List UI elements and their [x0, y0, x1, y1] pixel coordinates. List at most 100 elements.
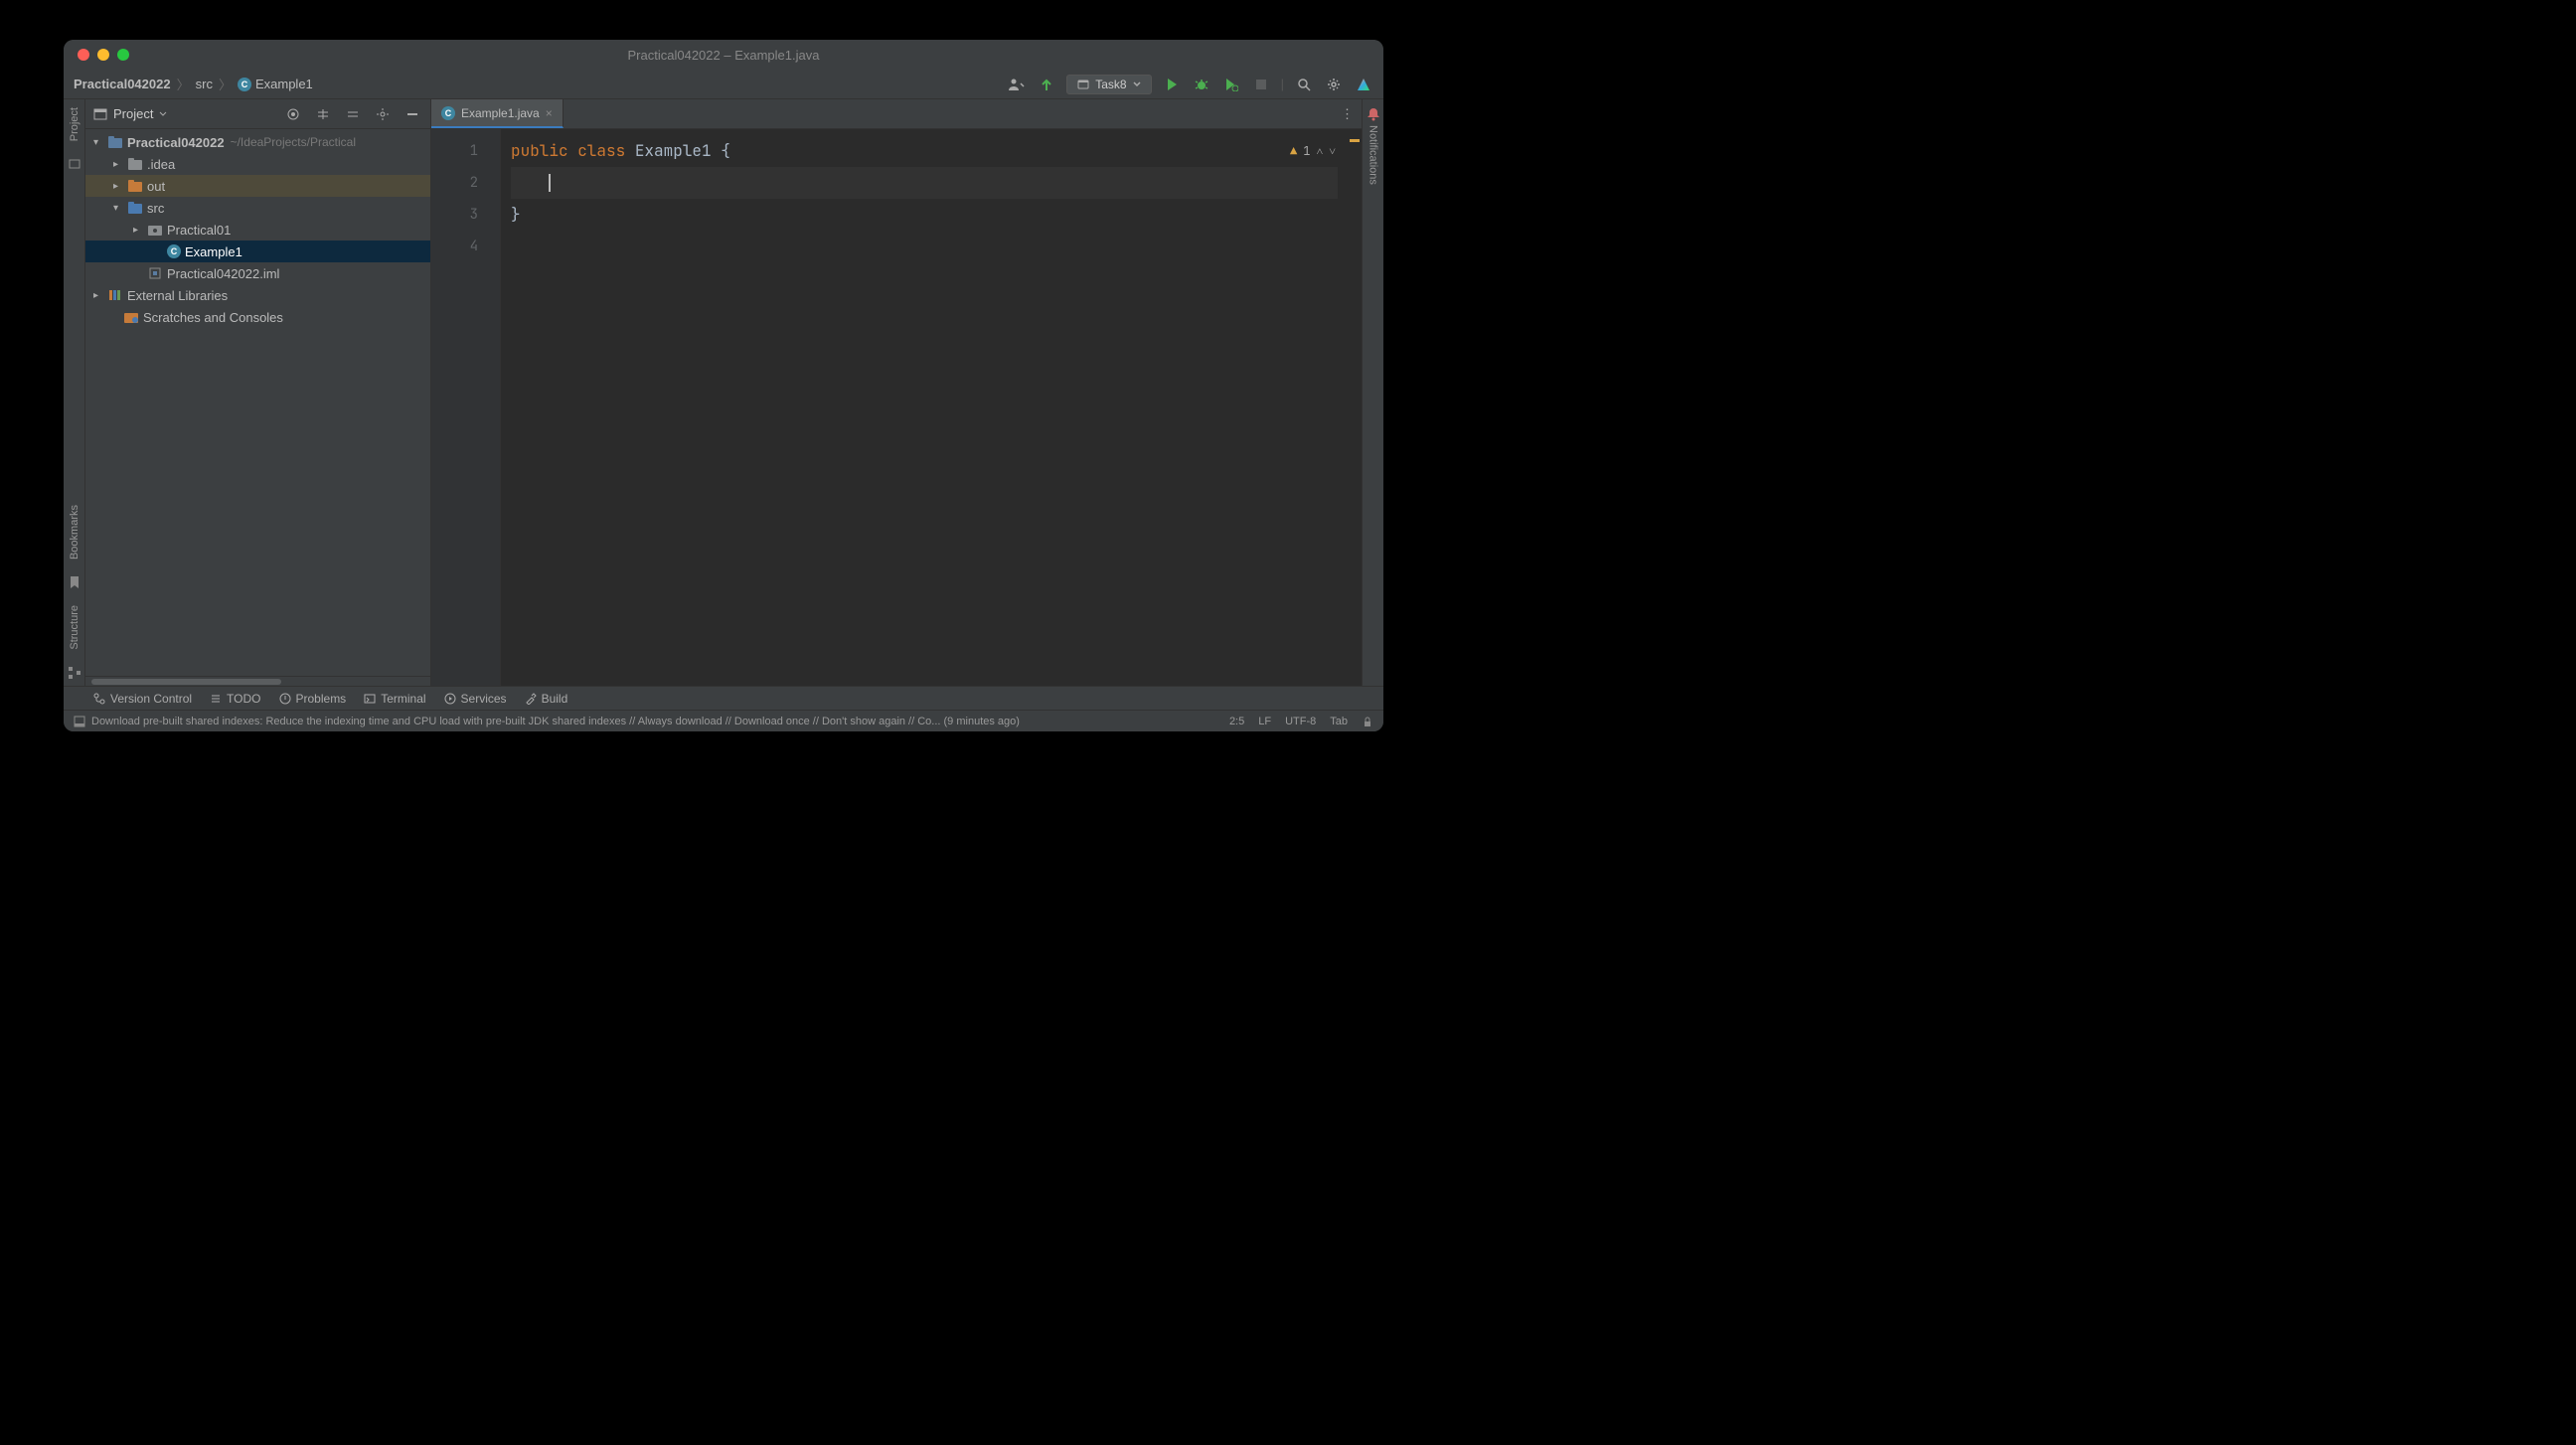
account-icon[interactable] — [1007, 75, 1027, 94]
select-opened-file-button[interactable] — [283, 104, 303, 124]
close-window-button[interactable] — [78, 49, 89, 61]
todo-tool-button[interactable]: TODO — [210, 692, 260, 706]
tree-idea-folder[interactable]: ▸ .idea — [85, 153, 430, 175]
tree-class-file[interactable]: C Example1 — [85, 241, 430, 262]
search-everywhere-button[interactable] — [1294, 75, 1314, 94]
services-icon — [444, 693, 456, 705]
window-title: Practical042022 – Example1.java — [64, 48, 1383, 63]
vcs-update-icon[interactable] — [1037, 75, 1056, 94]
indent-config[interactable]: Tab — [1330, 716, 1348, 727]
breadcrumb-file[interactable]: C Example1 — [238, 77, 313, 91]
class-icon: C — [238, 78, 251, 91]
tree-src-folder[interactable]: ▾ src — [85, 197, 430, 219]
bookmark-icon — [68, 575, 81, 589]
editor-area: C Example1.java × ⋮ 1 2 3 4 ▲ 1 ˄ — [431, 99, 1362, 686]
source-folder-icon — [127, 200, 143, 216]
coverage-button[interactable] — [1221, 75, 1241, 94]
ide-window: Practical042022 – Example1.java Practica… — [64, 40, 1383, 731]
project-tool-button[interactable]: Project — [69, 103, 80, 145]
code-editor[interactable]: 1 2 3 4 ▲ 1 ˄ ˅ public class Example1 { … — [431, 129, 1362, 686]
left-tool-rail: Project Bookmarks Structure — [64, 99, 85, 686]
version-control-tool-button[interactable]: Version Control — [93, 692, 192, 706]
settings-button[interactable] — [1324, 75, 1344, 94]
project-rail-icon — [68, 157, 81, 171]
expand-all-button[interactable] — [313, 104, 333, 124]
scratches-icon — [123, 309, 139, 325]
project-tree[interactable]: ▾ Practical042022 ~/IdeaProjects/Practic… — [85, 129, 430, 676]
tree-iml-file[interactable]: Practical042022.iml — [85, 262, 430, 284]
editor-tabbar: C Example1.java × ⋮ — [431, 99, 1362, 129]
bookmarks-tool-button[interactable]: Bookmarks — [69, 501, 80, 563]
folder-icon — [127, 156, 143, 172]
close-tab-button[interactable]: × — [546, 106, 553, 120]
terminal-tool-button[interactable]: Terminal — [364, 692, 425, 706]
warning-icon — [279, 693, 291, 705]
tree-external-libs[interactable]: ▸ External Libraries — [85, 284, 430, 306]
debug-button[interactable] — [1192, 75, 1211, 94]
tree-horizontal-scrollbar[interactable] — [85, 676, 430, 686]
run-button[interactable] — [1162, 75, 1182, 94]
breadcrumb: Practical042022 〉 src 〉 C Example1 — [74, 75, 313, 93]
maximize-window-button[interactable] — [117, 49, 129, 61]
toolbar-right: Task8 | — [1007, 75, 1373, 94]
readonly-lock-icon[interactable] — [1362, 716, 1373, 727]
line-separator[interactable]: LF — [1258, 716, 1271, 727]
application-icon — [1077, 79, 1089, 90]
prev-highlight-button[interactable]: ˄ — [1316, 135, 1323, 167]
breadcrumb-project[interactable]: Practical042022 — [74, 77, 171, 91]
structure-icon — [68, 666, 81, 680]
project-tool-window: Project ▾ Practical042022 — [85, 99, 431, 686]
run-config-selector[interactable]: Task8 — [1066, 75, 1151, 94]
editor-error-stripe[interactable] — [1348, 129, 1362, 686]
panel-settings-button[interactable] — [373, 104, 393, 124]
tree-scratches[interactable]: Scratches and Consoles — [85, 306, 430, 328]
bottom-tool-bar: Version Control TODO Problems Terminal S… — [64, 686, 1383, 710]
collapse-all-button[interactable] — [343, 104, 363, 124]
list-icon — [210, 693, 222, 705]
next-highlight-button[interactable]: ˅ — [1329, 135, 1336, 167]
chevron-down-icon — [1133, 80, 1141, 88]
main-area: Project Bookmarks Structure Project — [64, 99, 1383, 686]
status-hide-icon[interactable] — [74, 716, 85, 727]
tab-options-button[interactable]: ⋮ — [1333, 99, 1362, 128]
chevron-down-icon — [159, 110, 167, 118]
code-content[interactable]: ▲ 1 ˄ ˅ public class Example1 { } — [501, 129, 1348, 686]
branch-icon — [93, 693, 105, 705]
problems-tool-button[interactable]: Problems — [279, 692, 347, 706]
services-tool-button[interactable]: Services — [444, 692, 507, 706]
build-tool-button[interactable]: Build — [525, 692, 568, 706]
tree-project-root[interactable]: ▾ Practical042022 ~/IdeaProjects/Practic… — [85, 131, 430, 153]
notifications-tool-button[interactable]: Notifications — [1368, 121, 1379, 189]
module-icon — [147, 265, 163, 281]
status-bar: Download pre-built shared indexes: Reduc… — [64, 710, 1383, 731]
status-message[interactable]: Download pre-built shared indexes: Reduc… — [91, 716, 1020, 727]
class-icon: C — [441, 106, 455, 120]
structure-tool-button[interactable]: Structure — [69, 601, 80, 654]
folder-icon — [127, 178, 143, 194]
line-gutter[interactable]: 1 2 3 4 — [431, 129, 501, 686]
file-encoding[interactable]: UTF-8 — [1285, 716, 1316, 727]
navigation-bar: Practical042022 〉 src 〉 C Example1 Task8 — [64, 70, 1383, 99]
libraries-icon — [107, 287, 123, 303]
minimize-window-button[interactable] — [97, 49, 109, 61]
warning-icon: ▲ — [1290, 135, 1297, 167]
stop-button[interactable] — [1251, 75, 1271, 94]
package-icon — [147, 222, 163, 238]
tree-package[interactable]: ▸ Practical01 — [85, 219, 430, 241]
jetbrains-icon[interactable] — [1354, 75, 1373, 94]
hide-panel-button[interactable] — [402, 104, 422, 124]
tree-out-folder[interactable]: ▸ out — [85, 175, 430, 197]
right-tool-rail: Notifications — [1362, 99, 1383, 686]
project-view-icon — [93, 107, 107, 121]
inspection-widget[interactable]: ▲ 1 ˄ ˅ — [1290, 135, 1336, 167]
notifications-icon[interactable] — [1367, 107, 1380, 121]
project-view-selector[interactable]: Project — [93, 106, 167, 121]
editor-tab[interactable]: C Example1.java × — [431, 99, 564, 128]
traffic-lights — [64, 49, 129, 61]
project-icon — [107, 134, 123, 150]
class-icon: C — [167, 244, 181, 258]
caret-position[interactable]: 2:5 — [1229, 716, 1244, 727]
hammer-icon — [525, 693, 537, 705]
breadcrumb-folder[interactable]: src — [196, 77, 213, 91]
terminal-icon — [364, 693, 376, 705]
